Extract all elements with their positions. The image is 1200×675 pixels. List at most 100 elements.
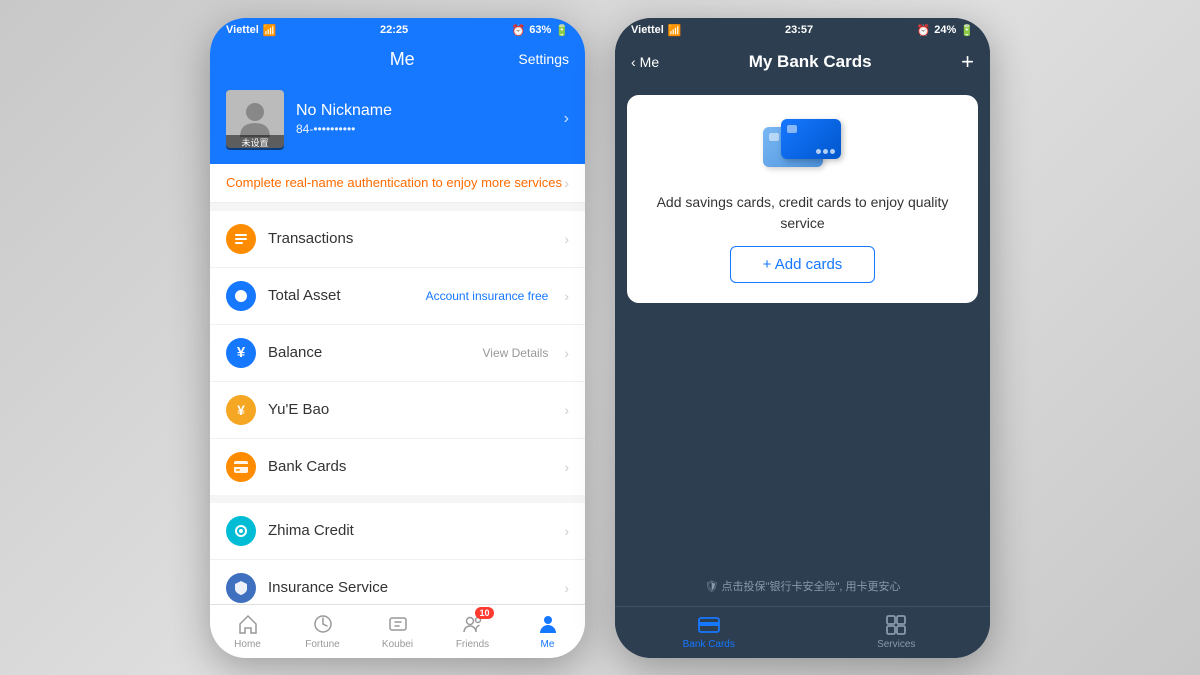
- settings-button[interactable]: Settings: [518, 51, 569, 67]
- bank-cards-label: Bank Cards: [268, 458, 552, 475]
- insurance-label: Insurance Service: [268, 579, 552, 596]
- services-nav-label: Services: [877, 639, 915, 650]
- balance-label: Balance: [268, 344, 471, 361]
- screen2-content: ‹ Me My Bank Cards +: [615, 41, 990, 658]
- screen2-header: ‹ Me My Bank Cards +: [615, 41, 990, 85]
- nav-home[interactable]: Home: [210, 611, 285, 650]
- back-chevron: ‹: [631, 54, 636, 70]
- profile-info: No Nickname 84-••••••••••: [296, 102, 552, 136]
- me-icon: [535, 611, 561, 637]
- battery-2: 24%: [934, 24, 956, 36]
- avatar: 未设置: [226, 90, 284, 148]
- battery-icon-2: 🔋: [960, 24, 974, 37]
- transactions-icon: [226, 224, 256, 254]
- bank-cards-nav-label: Bank Cards: [683, 639, 735, 650]
- total-asset-label: Total Asset: [268, 287, 414, 304]
- friends-nav-label: Friends: [456, 639, 489, 650]
- time-2: 23:57: [785, 24, 813, 36]
- koubei-nav-label: Koubei: [382, 639, 413, 650]
- status-left-2: Viettel 📶: [631, 24, 682, 37]
- menu-item-bank-cards[interactable]: Bank Cards ›: [210, 439, 585, 495]
- balance-sub: View Details: [483, 346, 549, 360]
- insurance-chevron: ›: [564, 580, 569, 596]
- alarm-icon: ⏰: [512, 24, 526, 37]
- add-card-button[interactable]: + Add cards: [730, 246, 876, 283]
- menu-item-yuebao[interactable]: ¥ Yu'E Bao ›: [210, 382, 585, 439]
- status-left-1: Viettel 📶: [226, 24, 277, 37]
- zhima-icon: [226, 516, 256, 546]
- screen2-body: [615, 313, 990, 566]
- bottom-nav-2: Bank Cards Services: [615, 606, 990, 658]
- card-container: Add savings cards, credit cards to enjoy…: [627, 95, 978, 303]
- menu-item-insurance[interactable]: Insurance Service ›: [210, 560, 585, 604]
- screen1-content: Me Settings 未设置 No Nickname 84-•••••••••…: [210, 41, 585, 658]
- avatar-label: 未设置: [226, 135, 284, 150]
- total-asset-icon: [226, 281, 256, 311]
- home-nav-label: Home: [234, 639, 261, 650]
- fortune-nav-label: Fortune: [305, 639, 339, 650]
- my-bank-cards-title: My Bank Cards: [749, 52, 872, 72]
- screen1-header: Me Settings: [210, 41, 585, 82]
- insurance-icon: [226, 573, 256, 603]
- balance-chevron: ›: [564, 345, 569, 361]
- status-bar-2: Viettel 📶 23:57 ⏰ 24% 🔋: [615, 18, 990, 41]
- nav2-bank-cards[interactable]: Bank Cards: [615, 613, 803, 650]
- security-text: 🛡 点击投保"银行卡安全险", 用卡更安心: [705, 578, 901, 594]
- transactions-label: Transactions: [268, 230, 552, 247]
- carrier-1: Viettel: [226, 24, 259, 36]
- nav-me[interactable]: Me: [510, 611, 585, 650]
- add-card-header-button[interactable]: +: [961, 49, 974, 75]
- nav-fortune[interactable]: Fortune: [285, 611, 360, 650]
- back-label: Me: [640, 54, 659, 70]
- profile-section[interactable]: 未设置 No Nickname 84-•••••••••• ›: [210, 82, 585, 164]
- security-footer: 🛡 点击投保"银行卡安全险", 用卡更安心: [615, 566, 990, 606]
- auth-banner[interactable]: Complete real-name authentication to enj…: [210, 164, 585, 203]
- auth-chevron: ›: [564, 175, 569, 191]
- menu-item-zhima[interactable]: Zhima Credit ›: [210, 503, 585, 560]
- balance-icon: ¥: [226, 338, 256, 368]
- nav2-services[interactable]: Services: [803, 613, 991, 650]
- carrier-2: Viettel: [631, 24, 664, 36]
- menu-scroll-area: Transactions › Total Asset Account insur…: [210, 211, 585, 604]
- menu-item-total-asset[interactable]: Total Asset Account insurance free ›: [210, 268, 585, 325]
- bank-cards-nav-icon: [697, 613, 721, 637]
- yuebao-icon: ¥: [226, 395, 256, 425]
- time-1: 22:25: [380, 24, 408, 36]
- total-asset-sub[interactable]: Account insurance free: [426, 289, 549, 303]
- battery-1: 63%: [529, 24, 551, 36]
- bank-cards-chevron: ›: [564, 459, 569, 475]
- wifi-icon: 📶: [263, 24, 277, 37]
- alarm-icon-2: ⏰: [917, 24, 931, 37]
- back-button[interactable]: ‹ Me: [631, 54, 659, 70]
- koubei-icon: [385, 611, 411, 637]
- home-icon: [235, 611, 261, 637]
- phone-screen1: Viettel 📶 22:25 ⏰ 63% 🔋 Me Settings: [210, 18, 585, 658]
- status-right-2: ⏰ 24% 🔋: [917, 24, 974, 37]
- yuebao-label: Yu'E Bao: [268, 401, 552, 418]
- total-asset-chevron: ›: [564, 288, 569, 304]
- fortune-icon: [310, 611, 336, 637]
- yuebao-chevron: ›: [564, 402, 569, 418]
- me-nav-label: Me: [541, 639, 555, 650]
- menu-section-services: Zhima Credit › Insurance Service › A: [210, 503, 585, 604]
- services-nav-icon: [884, 613, 908, 637]
- card-description: Add savings cards, credit cards to enjoy…: [643, 192, 962, 234]
- zhima-label: Zhima Credit: [268, 522, 552, 539]
- friends-icon: 10: [460, 611, 486, 637]
- menu-section-finance: Transactions › Total Asset Account insur…: [210, 211, 585, 495]
- transactions-chevron: ›: [564, 231, 569, 247]
- add-card-label: + Add cards: [763, 256, 843, 273]
- friends-badge: 10: [475, 607, 493, 619]
- menu-item-transactions[interactable]: Transactions ›: [210, 211, 585, 268]
- bottom-nav-1: Home Fortune Koubei 10 Friends: [210, 604, 585, 658]
- card-illustration: [763, 119, 843, 174]
- status-right-1: ⏰ 63% 🔋: [512, 24, 569, 37]
- battery-icon: 🔋: [555, 24, 569, 37]
- nav-koubei[interactable]: Koubei: [360, 611, 435, 650]
- nav-friends[interactable]: 10 Friends: [435, 611, 510, 650]
- bank-cards-icon: [226, 452, 256, 482]
- profile-nickname: No Nickname: [296, 102, 552, 120]
- menu-item-balance[interactable]: ¥ Balance View Details ›: [210, 325, 585, 382]
- auth-text: Complete real-name authentication to enj…: [226, 174, 564, 192]
- page-title-me: Me: [286, 49, 518, 70]
